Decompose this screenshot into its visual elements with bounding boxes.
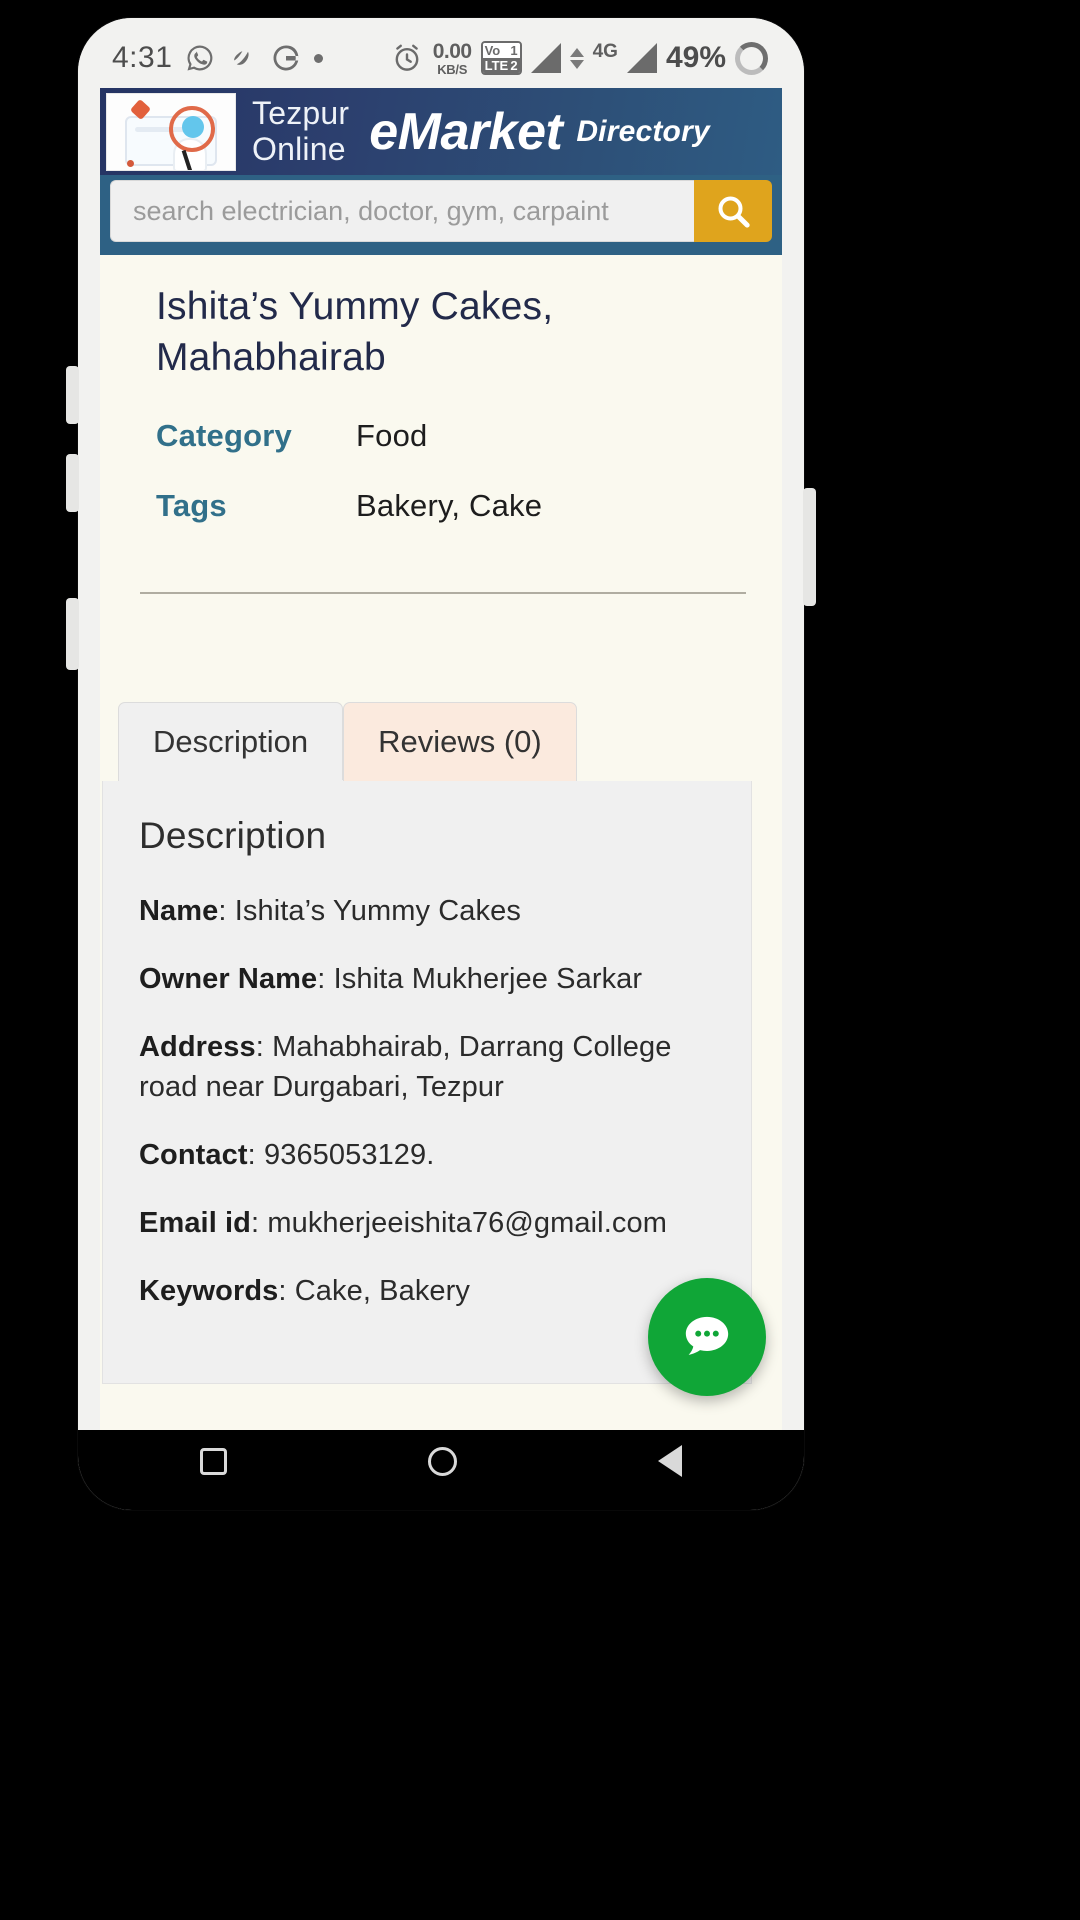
data-transfer-arrows-icon: [569, 47, 584, 69]
tezpur-online-logo[interactable]: [106, 92, 236, 171]
brand-text: Tezpur Online eMarket Directory: [252, 94, 782, 168]
power-button[interactable]: [803, 488, 816, 606]
signal-bars-sim1-icon: [530, 43, 561, 73]
tab-reviews[interactable]: Reviews (0): [343, 701, 577, 782]
label-contact: Contact: [139, 1139, 248, 1172]
chat-fab-button[interactable]: [648, 1278, 766, 1396]
network-speed-unit: KB/S: [437, 61, 468, 77]
description-heading: Description: [139, 815, 327, 857]
tags-value: Bakery, Cake: [356, 487, 543, 523]
brand-line-1: Tezpur: [252, 94, 350, 131]
listing-field-category: Category Food: [100, 418, 782, 454]
description-line-address: Address: Mahabhairab, Darrang College ro…: [139, 1031, 672, 1104]
chat-bubble-icon: [685, 1316, 729, 1355]
search-input[interactable]: search electrician, doctor, gym, carpain…: [110, 180, 694, 242]
brand-name-stack: Tezpur Online: [252, 94, 350, 168]
whatsapp-icon: [185, 43, 215, 73]
battery-ring-icon: [735, 41, 768, 75]
notification-dot-icon: [314, 53, 324, 63]
label-name: Name: [139, 895, 219, 928]
search-icon: [718, 196, 750, 228]
category-label: Category: [156, 417, 292, 453]
network-speed-value: 0.00: [432, 39, 472, 63]
google-icon: [271, 43, 301, 73]
tab-description[interactable]: Description: [118, 701, 344, 784]
app-screen: Tezpur Online eMarket Directory search e…: [100, 88, 782, 1430]
value-owner-name: Ishita Mukherjee Sarkar: [333, 963, 643, 996]
value-email: mukherjeeishita76@gmail.com: [267, 1207, 667, 1240]
search-bar: search electrician, doctor, gym, carpain…: [100, 175, 782, 255]
description-panel: Description Name: Ishita’s Yummy Cakes O…: [102, 781, 752, 1385]
search-button[interactable]: [694, 180, 772, 242]
listing-content: Ishita’s Yummy Cakes, Mahabhairab Catego…: [100, 255, 782, 1430]
network-generation-label: 4G: [592, 40, 618, 62]
value-contact: 9365053129.: [263, 1139, 435, 1172]
network-speed-indicator: 0.00 KB/S: [433, 41, 472, 76]
section-divider: [140, 591, 746, 594]
label-owner-name: Owner Name: [139, 963, 318, 996]
home-button[interactable]: [427, 1446, 457, 1476]
category-value: Food: [356, 417, 428, 453]
status-bar-left: 4:31: [112, 41, 324, 75]
mute-switch[interactable]: [66, 598, 79, 670]
tags-label: Tags: [156, 487, 227, 523]
alarm-icon: [390, 41, 424, 75]
search-row: search electrician, doctor, gym, carpain…: [110, 180, 772, 242]
brand-emarket: eMarket: [369, 102, 563, 161]
label-address: Address: [139, 1031, 256, 1064]
value-name: Ishita’s Yummy Cakes: [234, 895, 521, 928]
status-bar: 4:31 0.00 KB/S Vo 1 LTE 2 4G 49%: [78, 18, 804, 88]
description-line-keywords: Keywords: Cake, Bakery: [139, 1275, 471, 1308]
app-header: Tezpur Online eMarket Directory: [100, 88, 782, 175]
phone-frame: 4:31 0.00 KB/S Vo 1 LTE 2 4G 49% Tezpur …: [66, 18, 816, 1510]
volume-up-button[interactable]: [66, 366, 79, 424]
back-button[interactable]: [657, 1445, 682, 1477]
description-line-name: Name: Ishita’s Yummy Cakes: [139, 895, 521, 928]
tab-list: Description Reviews (0): [118, 701, 782, 784]
battery-percent: 49%: [665, 41, 726, 74]
label-keywords: Keywords: [139, 1275, 279, 1308]
page-title: Ishita’s Yummy Cakes, Mahabhairab: [156, 285, 554, 380]
app-icon: [228, 43, 258, 73]
android-nav-bar: [100, 1430, 782, 1492]
description-line-owner-name: Owner Name: Ishita Mukherjee Sarkar: [139, 963, 643, 996]
brand-directory: Directory: [576, 114, 710, 148]
brand-line-2: Online: [252, 130, 346, 167]
value-keywords: Cake, Bakery: [294, 1275, 471, 1308]
volume-down-button[interactable]: [66, 454, 79, 512]
recents-button[interactable]: [200, 1447, 228, 1475]
label-email: Email id: [139, 1207, 251, 1240]
description-line-contact: Contact: 9365053129.: [139, 1139, 435, 1172]
status-bar-right: 0.00 KB/S Vo 1 LTE 2 4G 49%: [390, 41, 768, 76]
signal-bars-sim2-icon: [626, 43, 657, 73]
description-line-email: Email id: mukherjeeishita76@gmail.com: [139, 1207, 667, 1240]
listing-field-tags: Tags Bakery, Cake: [100, 488, 782, 524]
volte-dual-sim-icon: Vo 1 LTE 2: [480, 41, 522, 75]
status-clock: 4:31: [112, 41, 173, 74]
